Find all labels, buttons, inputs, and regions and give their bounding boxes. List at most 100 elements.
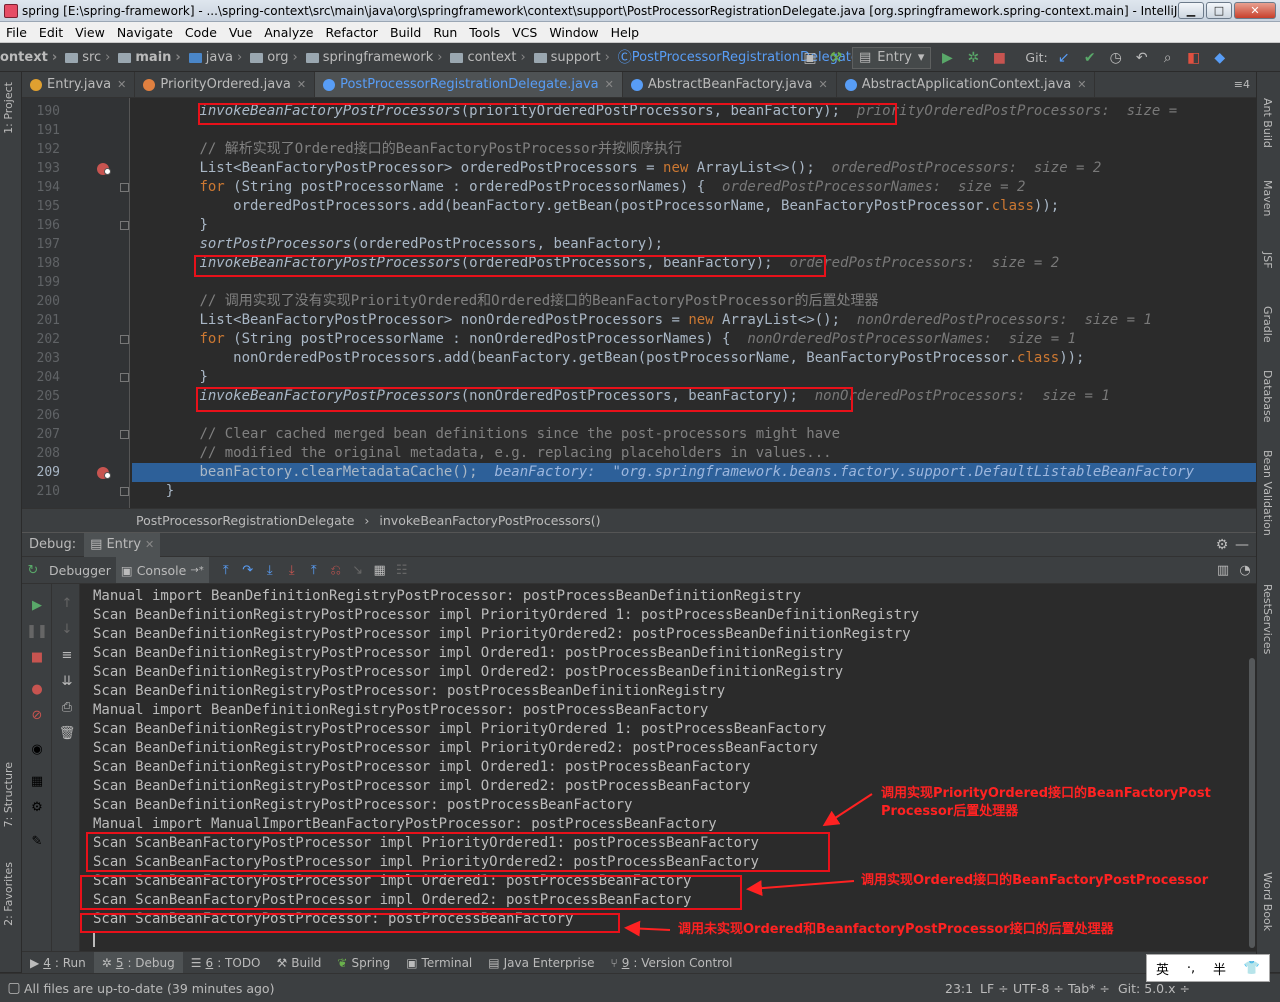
tab-run[interactable]: ▶ 4: Run xyxy=(22,952,94,973)
code-editor[interactable]: 190 191 192 193 194 195 196 197 198 199 … xyxy=(22,98,1256,508)
fold-marker-icon[interactable] xyxy=(120,373,129,382)
code-line-201[interactable]: List<BeanFactoryPostProcessor> nonOrdere… xyxy=(132,311,1151,330)
breadcrumb-org[interactable]: org › xyxy=(250,50,302,65)
tab-todo[interactable]: ☰ 6: TODO xyxy=(183,952,269,973)
menu-vue[interactable]: Vue xyxy=(223,25,258,40)
soft-wrap-icon[interactable]: ≡ xyxy=(58,646,76,664)
menu-navigate[interactable]: Navigate xyxy=(111,25,179,40)
debug-session-tab[interactable]: ▤ Entry ✕ xyxy=(84,532,161,557)
show-execution-point-icon[interactable]: ⤒ xyxy=(215,560,237,580)
rerun-icon[interactable]: ↻ xyxy=(22,560,44,580)
ant-build-tool-button[interactable]: Ant Build xyxy=(1261,98,1274,148)
menu-edit[interactable]: Edit xyxy=(33,25,69,40)
trace-icon[interactable]: ☷ xyxy=(391,560,413,580)
git-branch[interactable]: Git: 5.0.x ÷ xyxy=(1118,981,1190,996)
plugin-icon[interactable]: ◆ xyxy=(1210,48,1230,68)
database-tool-button[interactable]: Database xyxy=(1261,370,1274,423)
menu-analyze[interactable]: Analyze xyxy=(258,25,319,40)
down-arrow-icon[interactable]: ↓ xyxy=(58,620,76,638)
menu-view[interactable]: View xyxy=(69,25,111,40)
tab-build[interactable]: ⚒ Build xyxy=(269,952,330,973)
code-line-202[interactable]: for (String postProcessorName : nonOrder… xyxy=(132,330,1076,349)
breadcrumb-main[interactable]: main › xyxy=(118,50,184,65)
close-icon[interactable]: ✕ xyxy=(117,78,126,91)
menu-window[interactable]: Window xyxy=(543,25,604,40)
revert-icon[interactable]: ↶ xyxy=(1132,48,1152,68)
resume-icon[interactable]: ▶ xyxy=(28,596,46,614)
vcs-commit-icon[interactable]: ✔ xyxy=(1080,48,1100,68)
menu-build[interactable]: Build xyxy=(384,25,427,40)
menu-code[interactable]: Code xyxy=(179,25,223,40)
close-icon[interactable]: ✕ xyxy=(819,78,828,91)
view-breakpoints-icon[interactable]: ● xyxy=(28,680,46,698)
tab-priority-ordered-java[interactable]: PriorityOrdered.java ✕ xyxy=(135,72,316,97)
close-icon[interactable]: ✕ xyxy=(297,78,306,91)
tab-spring[interactable]: ❦ Spring xyxy=(329,952,398,973)
fold-marker-icon[interactable] xyxy=(120,221,129,230)
code-line-203[interactable]: nonOrderedPostProcessors.add(beanFactory… xyxy=(132,349,1084,368)
layout-icon[interactable]: ▥ xyxy=(1212,560,1234,580)
code-line-192[interactable]: // 解析实现了Ordered接口的BeanFactoryPostProcess… xyxy=(132,140,682,159)
file-encoding[interactable]: UTF-8 ÷ xyxy=(1013,981,1064,996)
search-icon[interactable]: ⌕ xyxy=(1158,48,1178,68)
tab-debugger[interactable]: Debugger xyxy=(44,557,116,583)
ime-punctuation-toggle[interactable]: ·, xyxy=(1187,961,1195,976)
code-line-193[interactable]: List<BeanFactoryPostProcessor> orderedPo… xyxy=(132,159,1101,178)
menu-refactor[interactable]: Refactor xyxy=(320,25,384,40)
maximize-button[interactable]: □ xyxy=(1206,2,1232,19)
maven-tool-button[interactable]: Maven xyxy=(1261,180,1274,216)
vcs-update-icon[interactable]: ↙ xyxy=(1054,48,1074,68)
print-icon[interactable]: ⎙ xyxy=(58,698,76,716)
step-out-icon[interactable]: ⤒ xyxy=(303,560,325,580)
breadcrumb-src[interactable]: src › xyxy=(65,50,114,65)
restore-layout-icon[interactable]: ▦ xyxy=(28,772,46,790)
console-output[interactable]: Manual import BeanDefinitionRegistryPost… xyxy=(80,584,1248,951)
scroll-to-end-icon[interactable]: ⇊ xyxy=(58,672,76,690)
step-into-icon[interactable]: ⤓ xyxy=(259,560,281,580)
tab-entry-java[interactable]: Entry.java ✕ xyxy=(22,72,136,97)
close-button[interactable]: ✕ xyxy=(1234,2,1276,19)
menu-help[interactable]: Help xyxy=(605,25,646,40)
structure-tool-button[interactable]: 7: Structure xyxy=(2,762,15,827)
gear-icon[interactable]: ⚙ xyxy=(28,798,46,816)
line-separator[interactable]: LF ÷ xyxy=(980,981,1009,996)
bean-validation-tool-button[interactable]: Bean Validation xyxy=(1261,450,1274,536)
ime-width-toggle[interactable]: 半 xyxy=(1213,959,1226,978)
word-book-tool-button[interactable]: Word Book xyxy=(1261,872,1274,931)
pause-icon[interactable]: ❚❚ xyxy=(26,622,48,640)
memory-icon[interactable]: ◔ xyxy=(1234,560,1256,580)
mute-breakpoints-icon[interactable]: ⊘ xyxy=(28,706,46,724)
breadcrumb-context[interactable]: ontext › xyxy=(0,50,61,65)
code-line-196[interactable]: } xyxy=(132,216,207,235)
code-line-208[interactable]: // modified the original metadata, e.g. … xyxy=(132,444,831,463)
code-area[interactable]: invokeBeanFactoryPostProcessors(priority… xyxy=(132,98,1256,508)
stop-icon[interactable]: ■ xyxy=(989,48,1009,68)
code-line-204[interactable]: } xyxy=(132,368,207,387)
pin-icon[interactable]: ✎ xyxy=(28,832,46,850)
breadcrumb-method-name[interactable]: invokeBeanFactoryPostProcessors() xyxy=(379,513,600,528)
code-line-209-execution-point[interactable]: beanFactory.clearMetadataCache(); beanFa… xyxy=(132,463,1256,482)
step-over-icon[interactable]: ↷ xyxy=(237,560,259,580)
fold-marker-icon[interactable] xyxy=(120,487,129,496)
vcs-history-icon[interactable]: ◷ xyxy=(1106,48,1126,68)
fold-marker-icon[interactable] xyxy=(120,335,129,344)
status-window-icon[interactable]: ▢ xyxy=(4,978,24,998)
code-line-195[interactable]: orderedPostProcessors.add(beanFactory.ge… xyxy=(132,197,1059,216)
tab-console[interactable]: ▣ Console →* xyxy=(115,557,209,583)
tab-abstract-bean-factory[interactable]: AbstractBeanFactory.java ✕ xyxy=(623,72,837,97)
tab-abstract-application-context[interactable]: AbstractApplicationContext.java ✕ xyxy=(837,72,1096,97)
cursor-position[interactable]: 23:1 xyxy=(945,981,973,996)
code-line-200[interactable]: // 调用实现了没有实现PriorityOrdered和Ordered接口的Be… xyxy=(132,292,878,311)
trash-icon[interactable]: 🗑 xyxy=(58,724,76,742)
gear-icon[interactable]: ⚙ xyxy=(1212,535,1232,555)
menu-vcs[interactable]: VCS xyxy=(506,25,543,40)
evaluate-expression-icon[interactable]: ▦ xyxy=(369,560,391,580)
project-tool-button[interactable]: 1: Project xyxy=(2,82,15,134)
tab-post-processor-registration-delegate[interactable]: PostProcessorRegistrationDelegate.java ✕ xyxy=(315,72,623,97)
debug-bug-icon[interactable]: ✲ xyxy=(963,48,983,68)
close-icon[interactable]: ✕ xyxy=(605,78,614,91)
camera-icon[interactable]: ◉ xyxy=(28,740,46,758)
indent-setting[interactable]: Tab* ÷ xyxy=(1068,981,1110,996)
fold-marker-icon[interactable] xyxy=(120,183,129,192)
minimize-button[interactable]: ▁ xyxy=(1178,2,1204,19)
